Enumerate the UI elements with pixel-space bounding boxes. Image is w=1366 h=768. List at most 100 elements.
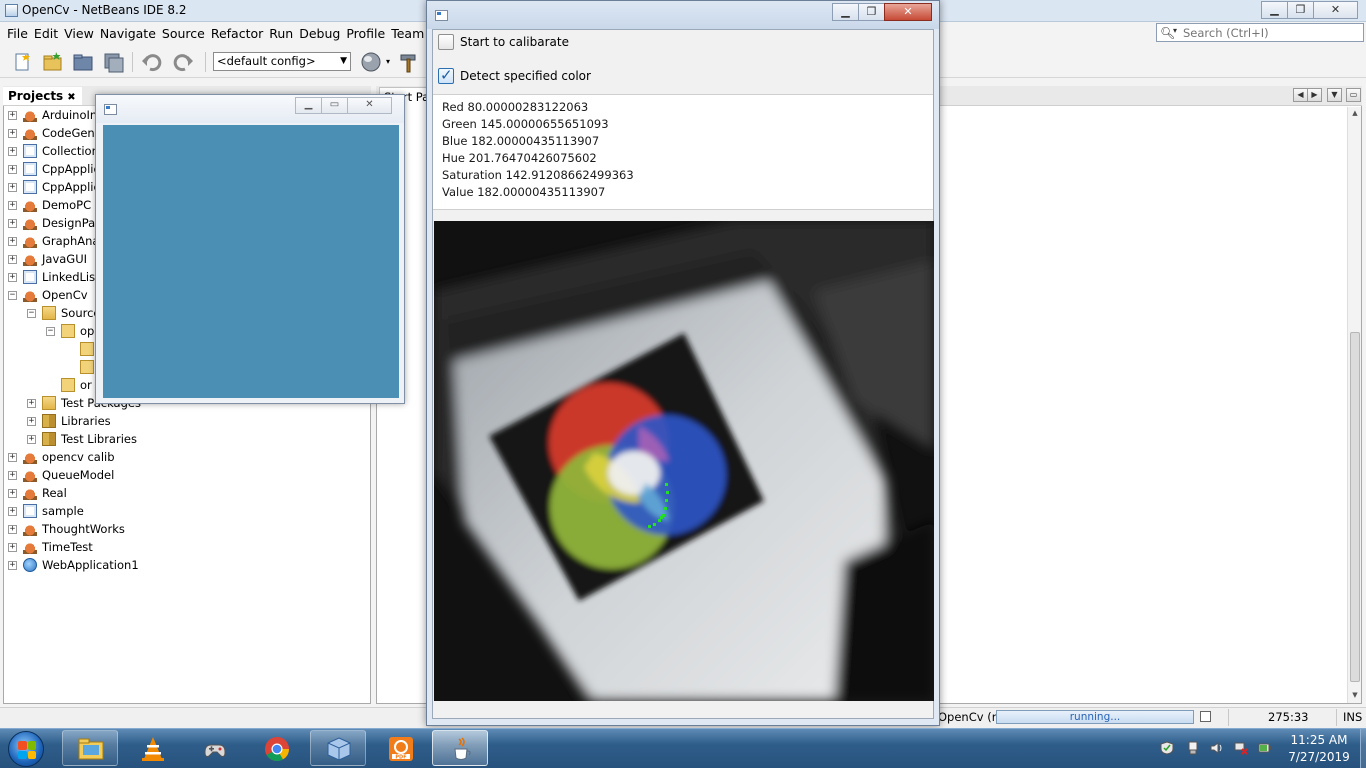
calib-maximize-button[interactable]: ❐ [858,3,885,21]
tree-item[interactable]: + WebApplication1 [8,556,139,574]
tree-item[interactable]: + CodeGene [8,124,102,142]
calibration-title-bar[interactable]: ▁ ❐ ✕ [427,1,939,29]
expand-icon[interactable]: + [8,452,17,462]
tree-item[interactable]: − Source [27,304,101,322]
network-disconnected-icon[interactable] [1234,741,1248,755]
tree-item[interactable]: + CppApplic [8,178,100,196]
scroll-tabs-right-icon[interactable]: ▶ [1307,88,1322,102]
menu-file[interactable]: File [4,24,31,44]
collapse-icon[interactable]: − [27,308,36,318]
expand-icon[interactable]: + [8,272,17,282]
scroll-up-icon[interactable]: ▲ [1350,109,1360,117]
save-all-icon[interactable] [102,51,124,73]
tab-list-dropdown-icon[interactable]: ▼ [1327,88,1342,102]
tree-item[interactable]: + TimeTest [8,538,93,556]
expand-icon[interactable]: + [8,200,17,210]
menu-view[interactable]: View [61,24,97,44]
detect-color-checkbox-row[interactable]: Detect specified color [438,66,591,86]
tree-item[interactable] [65,340,99,358]
expand-icon[interactable]: + [8,146,17,156]
expand-icon[interactable]: + [8,110,17,120]
collapse-icon[interactable]: − [46,326,55,336]
expand-icon[interactable]: + [8,488,17,498]
menu-debug[interactable]: Debug [296,24,343,44]
stop-task-icon[interactable] [1200,711,1211,722]
detect-color-checkbox[interactable] [438,66,454,84]
volume-icon[interactable] [1210,741,1224,755]
taskbar-pdf[interactable]: PDF [372,730,428,766]
color-preview-title-bar[interactable]: ▁ ▭ ✕ [96,95,404,123]
globe-dropdown-icon[interactable]: ▾ [386,57,390,66]
action-center-icon[interactable] [1160,741,1174,755]
globe-run-config-icon[interactable] [360,51,382,73]
expand-icon[interactable]: + [8,506,17,516]
clock-time[interactable]: 11:25 AM [1280,733,1358,747]
projects-tab[interactable]: Projects ✖ [3,87,82,105]
tree-item[interactable]: − op [46,322,94,340]
taskbar-gamepad[interactable] [186,730,242,766]
expand-icon[interactable]: + [8,164,17,174]
menu-team[interactable]: Team [388,24,427,44]
new-project-icon[interactable] [42,51,64,73]
tree-item[interactable]: + opencv calib [8,448,115,466]
taskbar-java-app[interactable] [432,730,488,766]
expand-icon[interactable]: + [27,398,36,408]
new-file-icon[interactable] [12,51,34,73]
tree-item[interactable]: + Libraries [27,412,111,430]
scroll-down-icon[interactable]: ▼ [1350,691,1360,699]
expand-icon[interactable]: + [27,416,36,426]
menu-source[interactable]: Source [159,24,208,44]
maximize-window-icon[interactable]: ▭ [1346,88,1361,102]
close-tab-icon[interactable]: ✖ [67,92,75,103]
tree-item[interactable]: − OpenCv [8,286,88,304]
expand-icon[interactable]: + [8,236,17,246]
clock-date[interactable]: 7/27/2019 [1280,750,1358,764]
menu-refactor[interactable]: Refactor [208,24,266,44]
start-calibrate-checkbox[interactable] [438,34,454,50]
taskbar-chrome[interactable] [248,730,304,766]
expand-icon[interactable]: + [8,524,17,534]
expand-icon[interactable]: + [8,470,17,480]
expand-icon[interactable]: + [8,182,17,192]
search-dropdown-icon[interactable]: ▾ [1173,26,1177,35]
run-progress-bar[interactable]: running... [996,710,1194,724]
search-input[interactable] [1183,24,1361,41]
build-hammer-icon[interactable] [398,51,420,73]
menu-navigate[interactable]: Navigate [97,24,159,44]
tree-item[interactable]: or [46,376,92,394]
power-icon[interactable] [1258,741,1272,755]
tree-item[interactable]: + Test Libraries [27,430,137,448]
tree-item[interactable]: + ThoughtWorks [8,520,125,538]
redo-icon[interactable] [172,51,194,73]
show-desktop-button[interactable] [1360,729,1366,768]
scrollbar-thumb[interactable] [1350,332,1360,682]
ide-minimize-button[interactable]: ▁ [1261,1,1288,19]
undo-icon[interactable] [141,51,163,73]
expand-icon[interactable]: + [27,434,36,444]
menu-run[interactable]: Run [266,24,296,44]
tree-item[interactable]: + DemoPC [8,196,91,214]
taskbar-vlc[interactable] [124,730,180,766]
tree-item[interactable]: + CppApplic [8,160,100,178]
quick-search[interactable]: 🔍︎ ▾ [1156,23,1364,42]
menu-profile[interactable]: Profile [343,24,388,44]
preview-maximize-button[interactable]: ▭ [321,97,348,114]
scroll-tabs-left-icon[interactable]: ◀ [1293,88,1308,102]
ide-close-button[interactable]: ✕ [1313,1,1358,19]
menu-edit[interactable]: Edit [31,24,61,44]
open-project-icon[interactable] [72,51,94,73]
tree-item[interactable]: + LinkedList [8,268,100,286]
preview-minimize-button[interactable]: ▁ [295,97,322,114]
editor-vertical-scrollbar[interactable]: ▲ ▼ [1347,107,1361,703]
expand-icon[interactable]: + [8,218,17,228]
collapse-icon[interactable]: − [8,290,17,300]
tree-item[interactable]: + sample [8,502,84,520]
expand-icon[interactable]: + [8,128,17,138]
tree-item[interactable]: + GraphAna [8,232,99,250]
tree-item[interactable]: + ArduinoIn [8,106,97,124]
calib-minimize-button[interactable]: ▁ [832,3,859,21]
taskbar-virtualbox[interactable] [310,730,366,766]
start-button[interactable] [8,731,44,767]
tree-item[interactable]: + Collection [8,142,99,160]
tree-item[interactable]: + Real [8,484,67,502]
